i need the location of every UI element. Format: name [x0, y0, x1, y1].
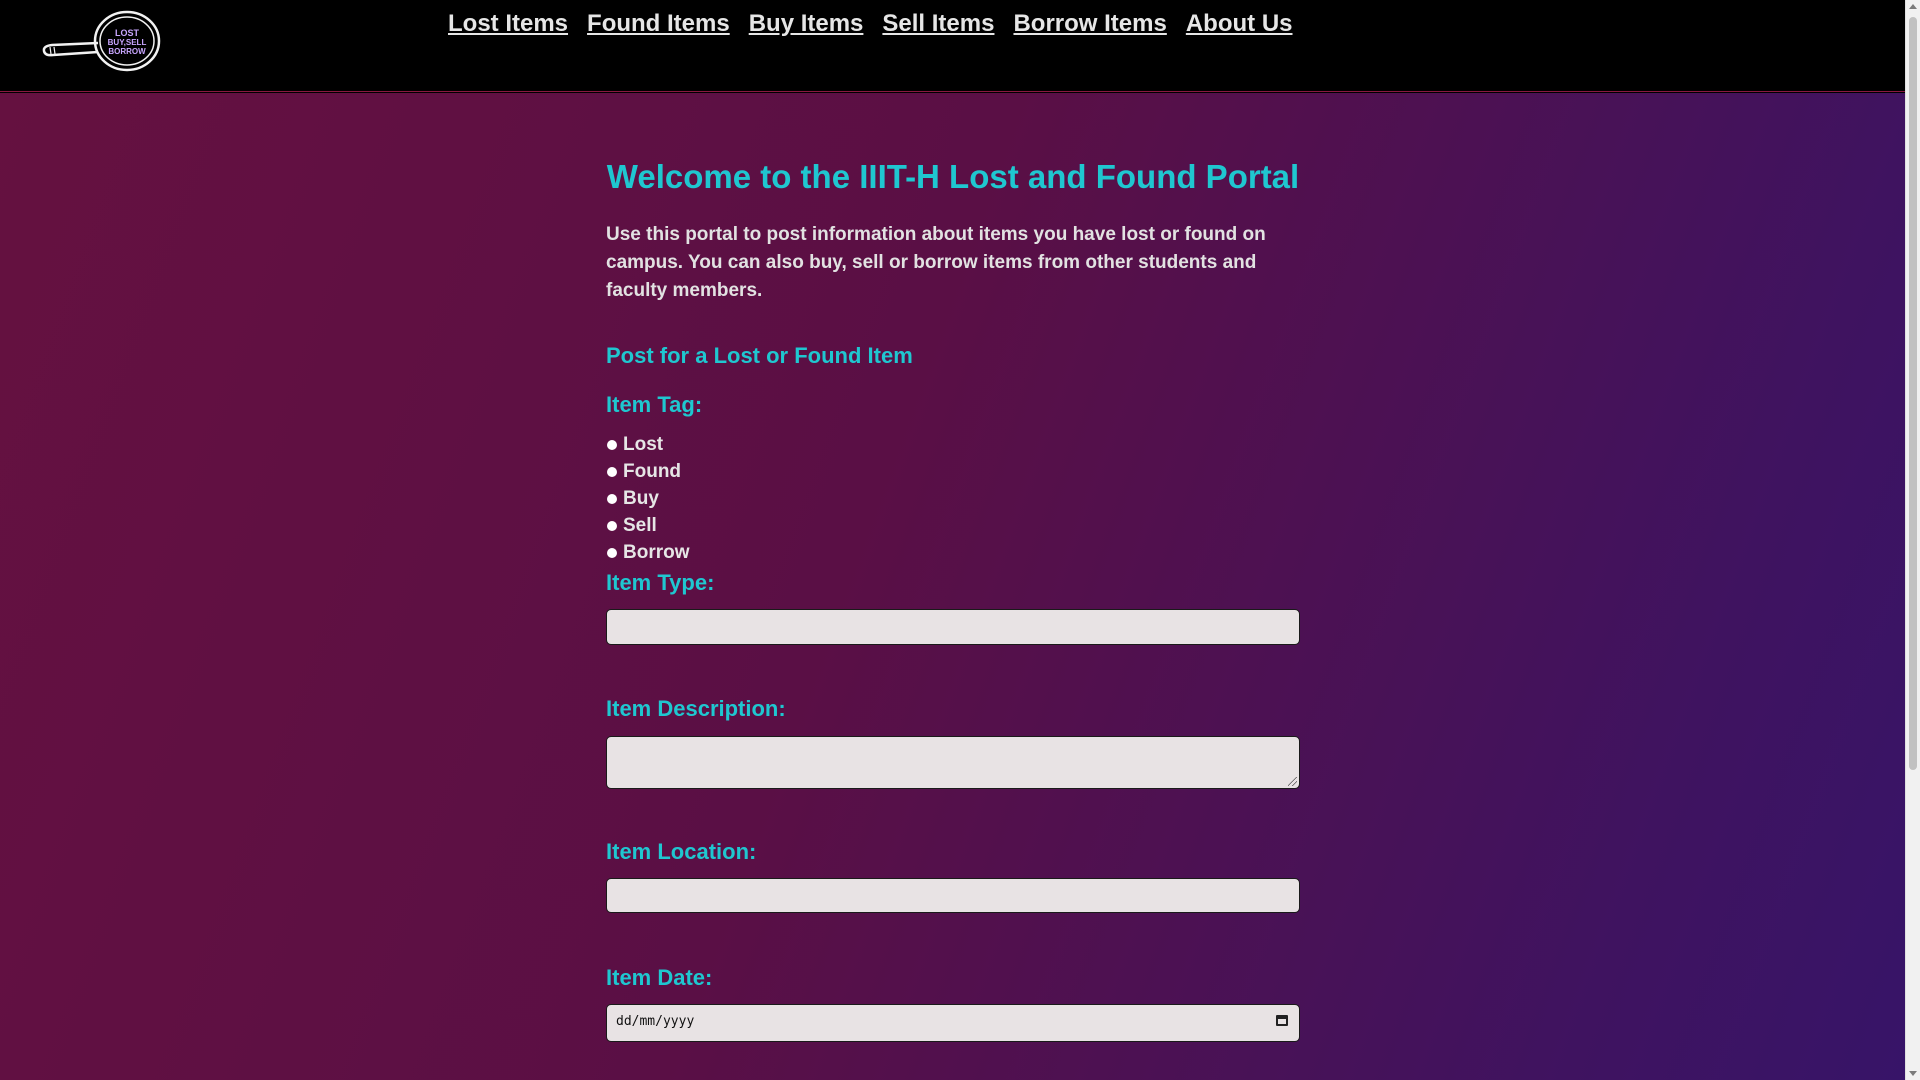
radio-sell[interactable]: Sell [606, 513, 657, 539]
radio-found-label: Found [623, 461, 682, 482]
page-title: Welcome to the IIIT-H Lost and Found Por… [606, 158, 1300, 195]
form-heading: Post for a Lost or Found Item [606, 343, 913, 368]
navbar: LOST BUY,SELL BORROW Lost Items Found It… [0, 0, 1905, 92]
scroll-down-arrow-icon[interactable] [1909, 1071, 1917, 1076]
logo-text-line3: BORROW [108, 47, 146, 56]
radio-lost-label: Lost [623, 434, 664, 455]
logo-text-line1: LOST [115, 28, 140, 38]
radio-button-icon[interactable] [607, 548, 617, 558]
resize-grip-icon[interactable] [1288, 777, 1297, 786]
main-section: Welcome to the IIIT-H Lost and Found Por… [0, 93, 1905, 1080]
nav-about-us[interactable]: About Us [1186, 10, 1293, 38]
radio-borrow-label: Borrow [623, 542, 690, 563]
item-type-input[interactable] [606, 609, 1300, 645]
nav-borrow-items[interactable]: Borrow Items [1013, 10, 1166, 38]
nav-links: Lost Items Found Items Buy Items Sell It… [448, 10, 1312, 38]
item-description-textarea[interactable] [606, 736, 1300, 789]
intro-text: Use this portal to post information abou… [606, 224, 1266, 301]
item-date-label: Item Date: [606, 965, 713, 990]
scroll-up-arrow-icon[interactable] [1909, 4, 1917, 9]
nav-sell-items[interactable]: Sell Items [882, 10, 994, 38]
nav-found-items[interactable]: Found Items [587, 10, 730, 38]
radio-button-icon[interactable] [607, 467, 617, 477]
calendar-icon[interactable] [1276, 1015, 1288, 1026]
radio-sell-label: Sell [623, 515, 657, 536]
radio-buy-label: Buy [623, 488, 659, 509]
item-type-label: Item Type: [606, 570, 715, 595]
radio-button-icon[interactable] [607, 521, 617, 531]
date-placeholder: dd/mm/yyyy [616, 1014, 695, 1029]
item-description-label: Item Description: [606, 696, 786, 721]
radio-button-icon[interactable] [607, 440, 617, 450]
nav-buy-items[interactable]: Buy Items [749, 10, 864, 38]
magnifier-logo-icon[interactable]: LOST BUY,SELL BORROW [40, 10, 162, 72]
nav-lost-items[interactable]: Lost Items [448, 10, 568, 38]
radio-lost[interactable]: Lost [606, 432, 663, 458]
radio-button-icon[interactable] [607, 494, 617, 504]
scrollbar[interactable] [1905, 0, 1920, 1080]
logo-text-line2: BUY,SELL [108, 38, 147, 47]
scroll-thumb[interactable] [1909, 17, 1917, 770]
item-tag-label: Item Tag: [606, 392, 703, 417]
radio-borrow[interactable]: Borrow [606, 540, 690, 566]
viewport: LOST BUY,SELL BORROW Lost Items Found It… [0, 0, 1905, 1080]
item-date-input[interactable]: dd/mm/yyyy [606, 1004, 1300, 1042]
item-location-label: Item Location: [606, 839, 757, 864]
item-location-input[interactable] [606, 878, 1300, 913]
radio-buy[interactable]: Buy [606, 486, 659, 512]
radio-found[interactable]: Found [606, 459, 681, 485]
